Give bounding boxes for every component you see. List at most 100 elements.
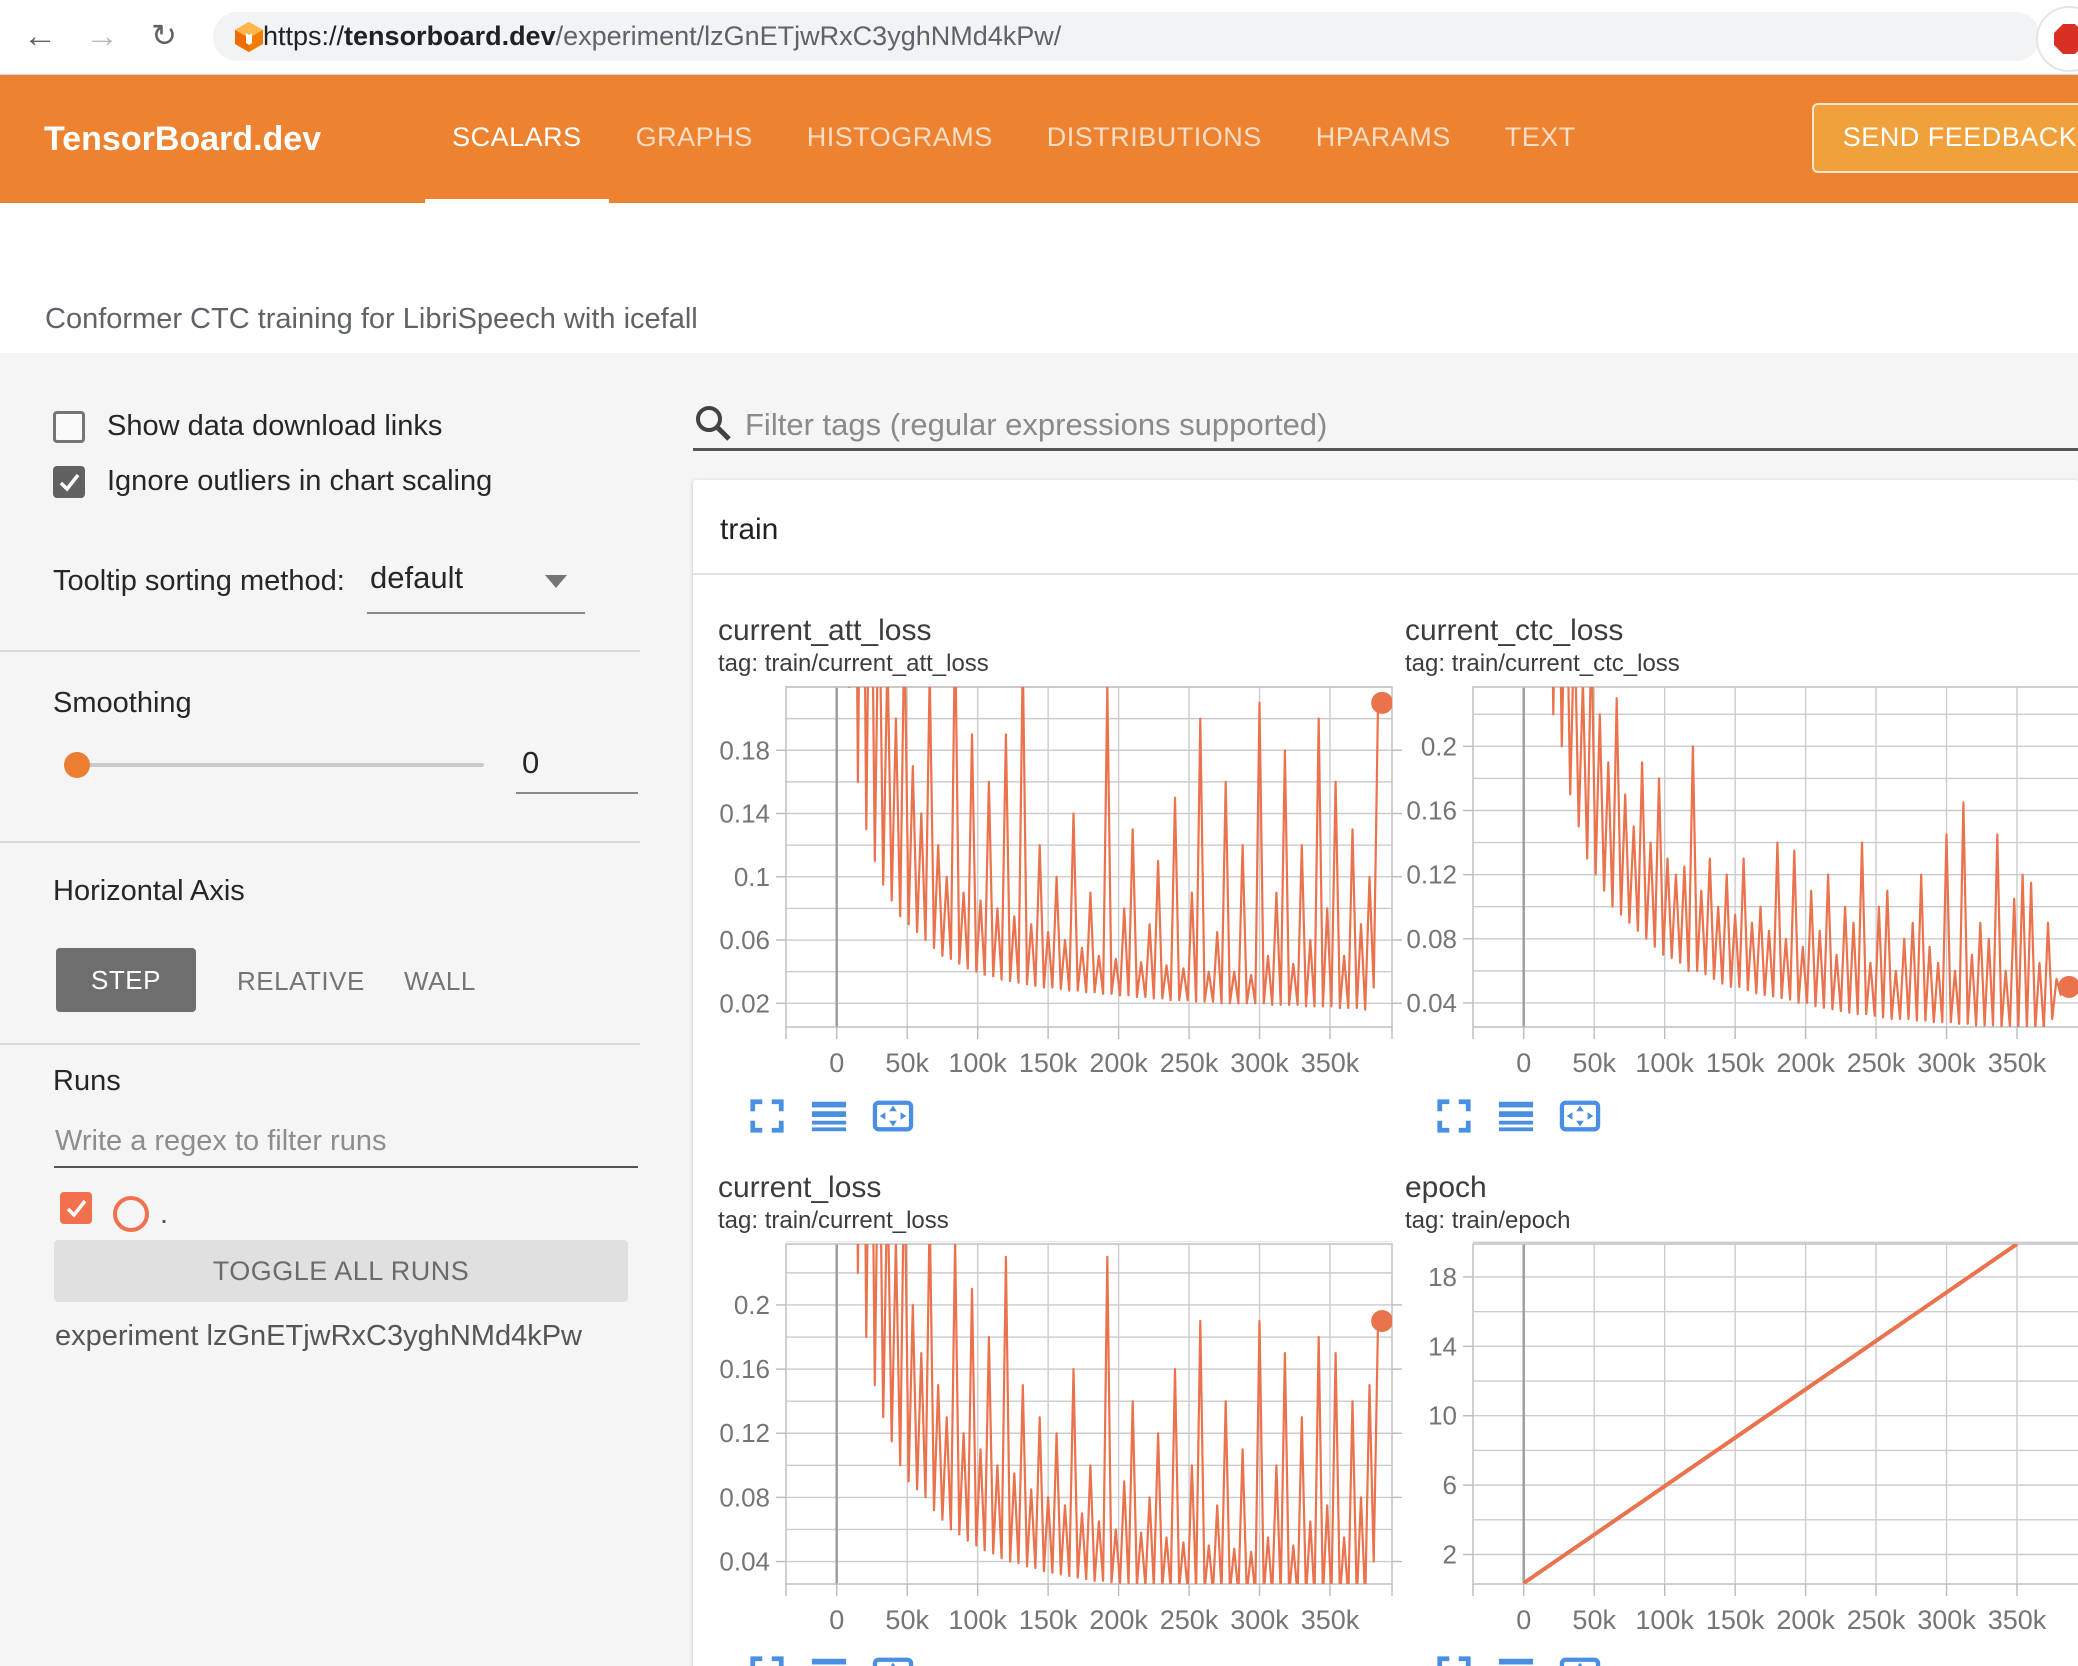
tab-hparams[interactable]: HPARAMS: [1289, 75, 1478, 203]
svg-text:100k: 100k: [1635, 1605, 1694, 1635]
url-scheme: https://: [263, 21, 345, 51]
axis-wall-button[interactable]: WALL: [404, 966, 476, 997]
svg-text:0.06: 0.06: [719, 925, 770, 955]
tooltip-sorting-dropdown[interactable]: default: [370, 560, 463, 596]
svg-text:6: 6: [1443, 1470, 1457, 1500]
chart-card-epoch: epoch tag: train/epoch 2 6 10 14 18 0 50k 100k 1…: [1405, 1157, 2078, 1666]
dropdown-underline: [367, 612, 585, 614]
fullscreen-icon[interactable]: [748, 1654, 786, 1666]
tab-bar: SCALARS GRAPHS HISTOGRAMS DISTRIBUTIONS …: [425, 75, 1603, 203]
chart-title: current_loss: [718, 1171, 882, 1204]
svg-text:0.08: 0.08: [1406, 924, 1457, 954]
fullscreen-icon[interactable]: [748, 1097, 786, 1135]
svg-text:250k: 250k: [1160, 1605, 1219, 1635]
svg-text:300k: 300k: [1917, 1048, 1976, 1078]
runs-filter-underline: [54, 1166, 638, 1168]
axis-relative-button[interactable]: RELATIVE: [237, 966, 365, 997]
run-color-circle-icon[interactable]: [113, 1196, 149, 1232]
smoothing-slider-thumb[interactable]: [64, 752, 90, 778]
svg-text:300k: 300k: [1230, 1605, 1289, 1635]
experiment-title-bar: Conformer CTC training for LibriSpeech w…: [0, 203, 2078, 353]
fullscreen-icon[interactable]: [1435, 1654, 1473, 1666]
svg-text:18: 18: [1428, 1262, 1457, 1292]
svg-text:50k: 50k: [885, 1048, 929, 1078]
tab-text[interactable]: TEXT: [1478, 75, 1603, 203]
log-scale-icon[interactable]: [1497, 1097, 1535, 1135]
chart-title: current_att_loss: [718, 614, 932, 647]
tensorboard-dev-screenshot: { "colors": { "header_orange": "#ed8330"…: [0, 0, 2078, 1666]
svg-text:0.04: 0.04: [719, 1547, 770, 1577]
smoothing-slider-track[interactable]: [77, 763, 484, 767]
browser-chrome: ← → ↻ ⌂ https://tensorboard.dev/experime…: [0, 0, 2078, 75]
chevron-down-icon[interactable]: [545, 575, 567, 588]
experiment-id-label: experiment lzGnETjwRxC3yghNMd4kPw: [55, 1320, 582, 1352]
url-bar[interactable]: https://tensorboard.dev/experiment/lzGnE…: [213, 12, 2040, 61]
chart-toolbar: [1435, 1097, 2078, 1137]
svg-text:200k: 200k: [1089, 1048, 1148, 1078]
show-download-links-checkbox-row[interactable]: Show data download links: [53, 410, 442, 443]
svg-text:50k: 50k: [1572, 1605, 1616, 1635]
tensorboard-header: TensorBoard.dev SCALARS GRAPHS HISTOGRAM…: [0, 75, 2078, 203]
reload-icon[interactable]: ↻: [138, 10, 190, 62]
svg-text:100k: 100k: [1635, 1048, 1694, 1078]
chart-tag: tag: train/epoch: [1405, 1207, 1571, 1234]
tab-graphs[interactable]: GRAPHS: [609, 75, 780, 203]
svg-text:0.16: 0.16: [719, 1354, 770, 1384]
chart-plot-area[interactable]: 0.04 0.08 0.12 0.16 0.2 0 50k 100k 150k 200k 250k 3…: [1405, 681, 2078, 1085]
log-scale-icon[interactable]: [1497, 1654, 1535, 1666]
svg-text:150k: 150k: [1706, 1605, 1765, 1635]
svg-text:350k: 350k: [1301, 1048, 1360, 1078]
checkbox-unchecked-icon[interactable]: [53, 410, 85, 443]
svg-text:250k: 250k: [1160, 1048, 1219, 1078]
svg-text:0.14: 0.14: [719, 799, 770, 829]
svg-text:0.08: 0.08: [719, 1482, 770, 1512]
fit-domain-icon[interactable]: [1559, 1097, 1601, 1135]
brand-title: TensorBoard.dev: [44, 120, 322, 158]
ignore-outliers-label: Ignore outliers in chart scaling: [107, 465, 493, 497]
chart-card-current-loss: current_loss tag: train/current_loss 0.0…: [718, 1157, 1405, 1666]
svg-text:150k: 150k: [1019, 1605, 1078, 1635]
runs-filter-input[interactable]: Write a regex to filter runs: [55, 1125, 386, 1158]
divider: [693, 573, 2078, 575]
chart-plot-area[interactable]: 0.04 0.08 0.12 0.16 0.2 0 50k 100k 150k 200k 250k 3…: [718, 1240, 1405, 1642]
chart-plot-area[interactable]: 2 6 10 14 18 0 50k 100k 150k 200k 250k 300k 350k: [1405, 1241, 2078, 1642]
svg-text:0: 0: [1516, 1048, 1531, 1078]
tab-distributions[interactable]: DISTRIBUTIONS: [1020, 75, 1289, 203]
fullscreen-icon[interactable]: [1435, 1097, 1473, 1135]
ignore-outliers-checkbox-row[interactable]: Ignore outliers in chart scaling: [53, 465, 492, 498]
send-feedback-button[interactable]: SEND FEEDBACK: [1812, 103, 2078, 173]
svg-text:0.12: 0.12: [719, 1418, 770, 1448]
svg-text:0.16: 0.16: [1406, 795, 1457, 825]
toggle-all-runs-button[interactable]: TOGGLE ALL RUNS: [54, 1240, 628, 1302]
log-scale-icon[interactable]: [810, 1654, 848, 1666]
chart-plot-area[interactable]: 0.02 0.06 0.1 0.14 0.18 0 50k 100k 150k 200k 250k 3…: [718, 684, 1405, 1085]
tab-histograms[interactable]: HISTOGRAMS: [780, 75, 1020, 203]
fit-domain-icon[interactable]: [872, 1097, 914, 1135]
checkbox-checked-icon[interactable]: [53, 465, 85, 498]
svg-text:100k: 100k: [948, 1605, 1007, 1635]
fit-domain-icon[interactable]: [1559, 1654, 1601, 1666]
chart-grid: current_att_loss tag: train/current_att_…: [718, 600, 2078, 1666]
svg-text:10: 10: [1428, 1401, 1457, 1431]
forward-icon[interactable]: →: [76, 10, 128, 62]
axis-step-button[interactable]: STEP: [56, 948, 196, 1012]
svg-text:150k: 150k: [1706, 1048, 1765, 1078]
settings-sidebar: Show data download links Ignore outliers…: [0, 353, 660, 1666]
tab-scalars[interactable]: SCALARS: [425, 75, 609, 203]
train-section-card: train current_att_loss tag: train/curren…: [693, 480, 2078, 1666]
chart-tag: tag: train/current_loss: [718, 1207, 949, 1234]
filter-tags-input[interactable]: Filter tags (regular expressions support…: [693, 401, 2078, 449]
url-path: /experiment/lzGnETjwRxC3yghNMd4kPw/: [555, 21, 1062, 51]
run-checkbox-checked-icon[interactable]: [60, 1192, 92, 1224]
smoothing-value[interactable]: 0: [522, 745, 539, 781]
log-scale-icon[interactable]: [810, 1097, 848, 1135]
run-row[interactable]: [60, 1192, 92, 1224]
divider: [0, 841, 640, 843]
back-icon[interactable]: ←: [14, 10, 66, 62]
fit-domain-icon[interactable]: [872, 1654, 914, 1666]
section-title[interactable]: train: [720, 513, 778, 547]
svg-text:200k: 200k: [1776, 1605, 1835, 1635]
browser-extension-icon[interactable]: [2036, 6, 2078, 72]
runs-label: Runs: [53, 1065, 121, 1097]
horizontal-axis-label: Horizontal Axis: [53, 875, 245, 907]
